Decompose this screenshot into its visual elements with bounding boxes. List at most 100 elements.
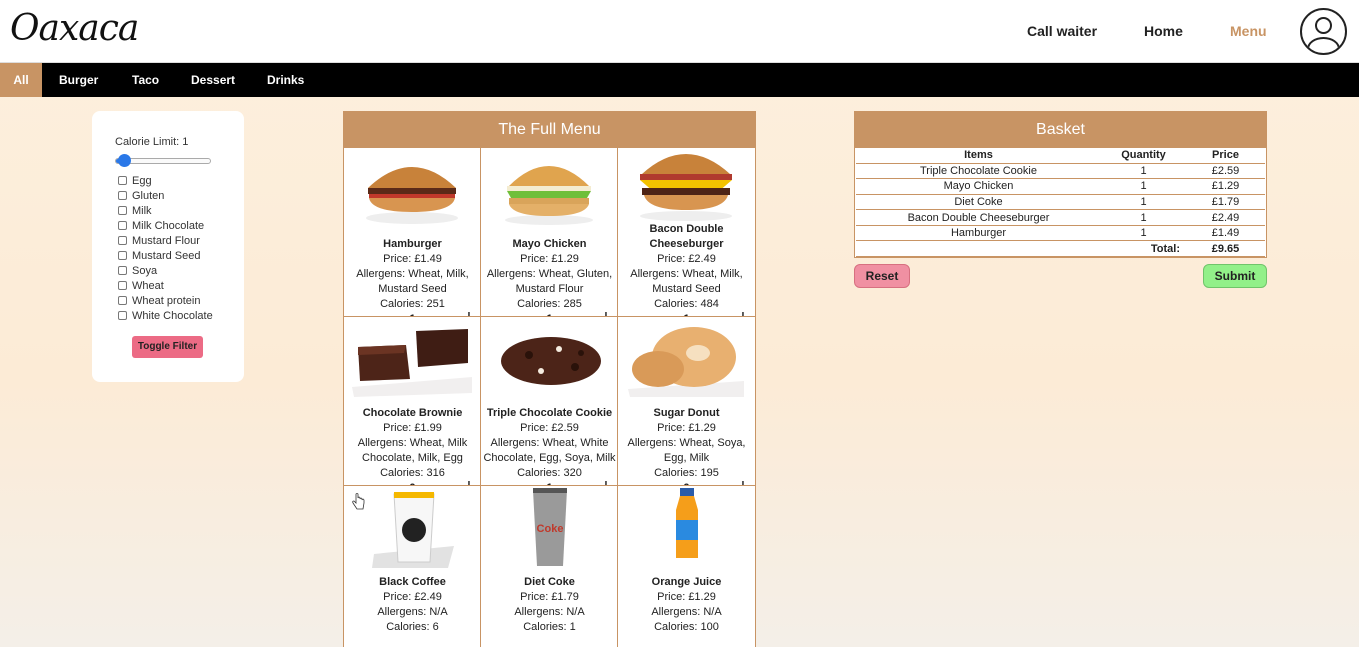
menu-item-card[interactable]: Coke Diet Coke Price: £1.79 Allergens: N/A C…	[481, 486, 618, 647]
empty-cell	[856, 240, 1101, 258]
menu-item-card[interactable]: Orange Juice Price: £1.29 Allergens: N/A Ca…	[618, 486, 755, 647]
allergen-checkbox-egg[interactable]: Egg	[118, 175, 152, 190]
minus-icon[interactable]: −	[484, 477, 502, 485]
checkbox[interactable]	[118, 266, 127, 275]
category-drinks[interactable]: Drinks	[267, 63, 304, 97]
svg-text:Coke: Coke	[537, 523, 564, 535]
quantity-stepper: −1+	[481, 477, 617, 485]
checkbox[interactable]	[118, 296, 127, 305]
menu-item-card[interactable]: Mayo Chicken Price: £1.29 Allergens: Wheat…	[481, 148, 618, 317]
plus-icon[interactable]: +	[734, 308, 752, 316]
allergen-label: Gluten	[132, 190, 165, 202]
col-quantity: Quantity	[1101, 148, 1186, 164]
menu-item-price: Price: £1.29	[657, 591, 716, 603]
nav-home[interactable]: Home	[1144, 23, 1183, 39]
user-avatar-icon[interactable]	[1300, 8, 1347, 55]
checkbox[interactable]	[118, 221, 127, 230]
menu-item-allergens: Allergens: Wheat, Milk Chocolate, Milk, …	[357, 437, 468, 464]
allergen-label: Wheat	[132, 280, 164, 292]
menu-item-name: Chocolate Brownie	[362, 407, 463, 419]
basket-item: Hamburger	[856, 225, 1101, 242]
reset-button[interactable]: Reset	[854, 264, 910, 288]
menu-item-allergens: Allergens: Wheat, White Chocolate, Egg, …	[483, 437, 616, 464]
menu-item-allergens: Allergens: Wheat, Soya, Egg, Milk	[627, 437, 746, 464]
plus-icon[interactable]: +	[597, 308, 615, 316]
basket-price: £2.59	[1186, 163, 1265, 180]
checkbox[interactable]	[118, 236, 127, 245]
allergen-label: Wheat protein	[132, 295, 201, 307]
quantity-stepper: −0+	[618, 477, 755, 485]
allergen-checkbox-wheat[interactable]: Wheat	[118, 280, 164, 295]
minus-icon[interactable]: −	[484, 308, 502, 316]
toggle-filter-button[interactable]: Toggle Filter	[132, 336, 203, 358]
plus-icon[interactable]: +	[597, 477, 615, 485]
minus-icon[interactable]: −	[621, 308, 639, 316]
menu-item-name: Mayo Chicken	[512, 238, 587, 250]
menu-item-allergens: Allergens: Wheat, Milk, Mustard Seed	[630, 268, 743, 295]
quantity-stepper: −1+	[481, 308, 617, 316]
allergen-label: White Chocolate	[132, 310, 213, 322]
menu-item-name: Triple Chocolate Cookie	[486, 407, 613, 419]
coke-image: Coke	[481, 486, 617, 568]
allergen-checkbox-soya[interactable]: Soya	[118, 265, 157, 280]
checkbox[interactable]	[118, 176, 127, 185]
category-taco[interactable]: Taco	[132, 63, 159, 97]
basket-qty: 1	[1101, 209, 1186, 226]
category-burger[interactable]: Burger	[59, 63, 98, 97]
minus-icon[interactable]: −	[347, 477, 365, 485]
col-items: Items	[856, 148, 1101, 164]
allergen-checkbox-milk-chocolate[interactable]: Milk Chocolate	[118, 220, 204, 235]
cookie-image	[481, 317, 617, 399]
plus-icon[interactable]: +	[460, 308, 478, 316]
category-bar: All Burger Taco Dessert Drinks	[0, 63, 1359, 97]
logo[interactable]: Oaxaca	[10, 8, 139, 49]
plus-icon[interactable]: +	[460, 477, 478, 485]
allergen-checkbox-gluten[interactable]: Gluten	[118, 190, 164, 205]
menu-item-card[interactable]: Hamburger Price: £1.49 Allergens: Wheat, M…	[344, 148, 481, 317]
allergen-checkbox-mustard-seed[interactable]: Mustard Seed	[118, 250, 200, 265]
minus-icon[interactable]: −	[347, 308, 365, 316]
menu-item-price: Price: £1.49	[383, 253, 442, 265]
menu-item-name: Black Coffee	[379, 576, 446, 588]
category-all[interactable]: All	[0, 63, 42, 97]
calorie-slider-thumb[interactable]	[118, 154, 131, 167]
menu-item-name: Bacon Double Cheeseburger	[649, 223, 724, 250]
minus-icon[interactable]: −	[621, 477, 639, 485]
basket-qty: 1	[1101, 225, 1186, 242]
checkbox[interactable]	[118, 281, 127, 290]
nav-menu[interactable]: Menu	[1230, 23, 1267, 39]
quantity-stepper: −1+	[618, 308, 755, 316]
menu-item-card[interactable]: Chocolate Brownie Price: £1.99 Allergens: …	[344, 317, 481, 486]
checkbox[interactable]	[118, 206, 127, 215]
menu-item-card[interactable]: Sugar Donut Price: £1.29 Allergens: Wheat,…	[618, 317, 755, 486]
basket-item: Mayo Chicken	[856, 178, 1101, 195]
checkbox[interactable]	[118, 311, 127, 320]
basket-price: £1.49	[1186, 225, 1265, 242]
total-value: £9.65	[1186, 240, 1265, 258]
basket-price: £1.29	[1186, 178, 1265, 195]
basket-row: Diet Coke 1 £1.79	[856, 194, 1265, 211]
header: Oaxaca Call waiter Home Menu	[0, 0, 1359, 63]
checkbox[interactable]	[118, 191, 127, 200]
menu-item-card[interactable]: Triple Chocolate Cookie Price: £2.59 Aller…	[481, 317, 618, 486]
allergen-label: Mustard Seed	[132, 250, 201, 262]
basket-item: Triple Chocolate Cookie	[856, 163, 1101, 180]
basket-row: Mayo Chicken 1 £1.29	[856, 178, 1265, 195]
burger-image	[344, 148, 480, 230]
checkbox[interactable]	[118, 251, 127, 260]
basket-row: Hamburger 1 £1.49	[856, 225, 1265, 242]
menu-item-card[interactable]: Bacon Double Cheeseburger Price: £2.49 All…	[618, 148, 755, 317]
allergen-checkbox-milk[interactable]: Milk	[118, 205, 152, 220]
nav-call-waiter[interactable]: Call waiter	[1027, 23, 1097, 39]
allergen-checkbox-white-chocolate[interactable]: White Chocolate	[118, 310, 213, 325]
chicken-burger-image	[481, 148, 617, 230]
cheeseburger-image	[618, 148, 755, 224]
menu-item-price: Price: £1.99	[383, 422, 442, 434]
menu-item-price: Price: £1.29	[520, 253, 579, 265]
category-dessert[interactable]: Dessert	[191, 63, 235, 97]
submit-button[interactable]: Submit	[1203, 264, 1267, 288]
quantity-stepper: −0+	[344, 477, 480, 485]
plus-icon[interactable]: +	[734, 477, 752, 485]
allergen-checkbox-mustard-flour[interactable]: Mustard Flour	[118, 235, 200, 250]
allergen-checkbox-wheat-protein[interactable]: Wheat protein	[118, 295, 200, 310]
